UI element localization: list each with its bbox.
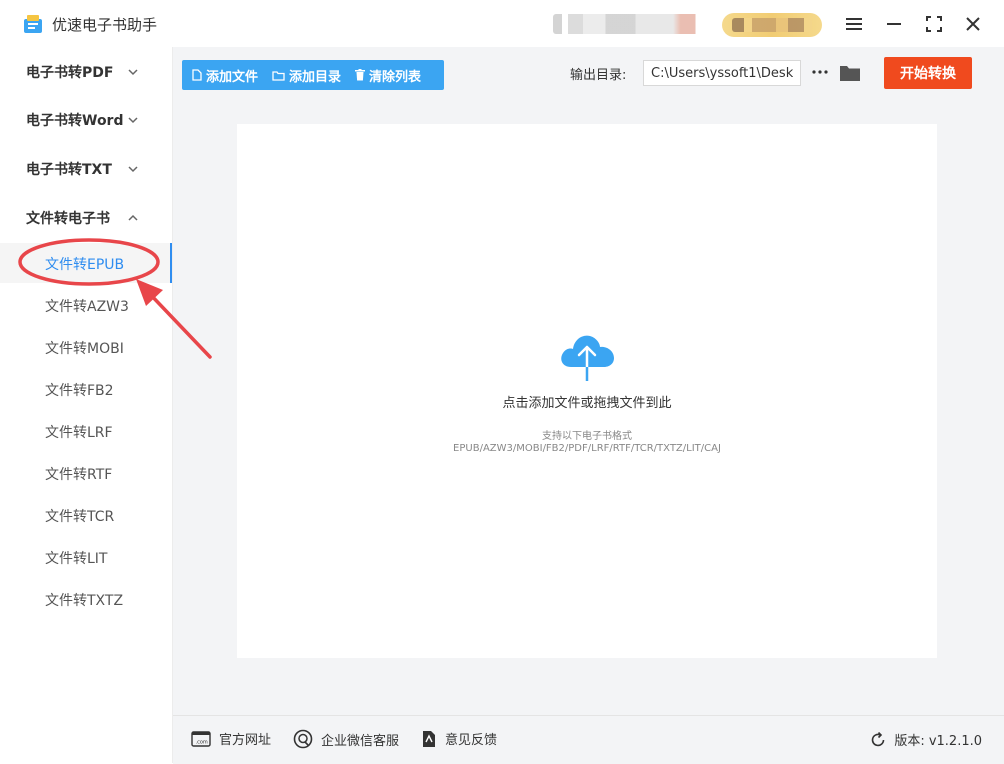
sidebar-item-label: 文件转TCR	[45, 509, 115, 525]
sidebar-group-ebook-to-pdf[interactable]: 电子书转PDF	[0, 52, 172, 92]
app-logo-icon	[24, 15, 42, 33]
close-icon[interactable]	[961, 12, 985, 36]
feedback-link[interactable]: 意见反馈	[421, 729, 497, 748]
trash-icon	[355, 69, 366, 81]
sidebar-item-label: 文件转LIT	[45, 551, 108, 567]
add-directory-button[interactable]: 添加目录	[262, 60, 345, 90]
sidebar-group-label: 电子书转PDF	[26, 65, 114, 81]
folder-outline-icon	[272, 70, 285, 81]
chevron-up-icon	[128, 214, 138, 221]
version-label: 版本: v1.2.1.0	[894, 734, 982, 749]
sidebar-item-lit[interactable]: 文件转LIT	[0, 537, 172, 577]
sidebar-item-azw3[interactable]: 文件转AZW3	[0, 285, 172, 325]
sidebar-item-epub[interactable]: 文件转EPUB	[0, 243, 172, 283]
blurred-account-info	[553, 14, 703, 34]
wechat-support-link[interactable]: 企业微信客服	[293, 729, 399, 749]
output-dir-label: 输出目录:	[570, 68, 627, 83]
svg-text:.com: .com	[196, 739, 208, 745]
sidebar: 电子书转PDF 电子书转Word 电子书转TXT 文件转电子书 文件转EPUB …	[0, 47, 173, 763]
output-dir-input[interactable]	[643, 60, 801, 86]
chevron-down-icon	[128, 117, 138, 124]
official-website-label: 官方网址	[219, 733, 272, 748]
sidebar-group-ebook-to-word[interactable]: 电子书转Word	[0, 100, 172, 140]
sidebar-item-label: 文件转RTF	[45, 467, 113, 483]
sidebar-item-label: 文件转MOBI	[45, 341, 124, 357]
clear-list-button[interactable]: 清除列表	[345, 60, 425, 90]
sidebar-group-label: 电子书转Word	[26, 113, 124, 129]
start-convert-button[interactable]: 开始转换	[884, 57, 972, 89]
sidebar-group-file-to-ebook[interactable]: 文件转电子书	[0, 198, 172, 238]
official-website-link[interactable]: .com 官方网址	[191, 729, 271, 748]
sidebar-item-label: 文件转TXTZ	[45, 593, 124, 609]
app-title: 优速电子书助手	[52, 16, 158, 34]
folder-icon[interactable]	[839, 63, 861, 83]
version-info[interactable]: 版本: v1.2.1.0	[870, 730, 982, 749]
main-panel: 添加文件 添加目录 清除列表 输出目录: 开始转换 点击添加文件或拖拽文件到此 …	[173, 47, 1004, 764]
supported-formats-list: EPUB/AZW3/MOBI/FB2/PDF/LRF/RTF/TCR/TXTZ/…	[453, 443, 721, 454]
chat-icon	[293, 729, 313, 749]
sidebar-item-label: 文件转LRF	[45, 425, 113, 441]
wechat-support-label: 企业微信客服	[321, 733, 400, 749]
sidebar-item-lrf[interactable]: 文件转LRF	[0, 411, 172, 451]
sidebar-item-label: 文件转AZW3	[45, 299, 129, 315]
sidebar-group-label: 文件转电子书	[26, 211, 110, 227]
sidebar-group-label: 电子书转TXT	[26, 162, 112, 178]
add-file-label: 添加文件	[206, 69, 259, 85]
chevron-down-icon	[128, 69, 138, 76]
title-bar: 优速电子书助手	[0, 0, 1004, 47]
refresh-icon	[872, 731, 885, 746]
clear-list-label: 清除列表	[369, 69, 422, 85]
maximize-icon[interactable]	[922, 12, 946, 36]
sidebar-item-mobi[interactable]: 文件转MOBI	[0, 327, 172, 367]
supported-formats-heading: 支持以下电子书格式	[542, 431, 632, 442]
sidebar-item-label: 文件转FB2	[45, 383, 114, 399]
sidebar-item-txtz[interactable]: 文件转TXTZ	[0, 579, 172, 619]
feedback-label: 意见反馈	[445, 733, 498, 748]
sidebar-item-label: 文件转EPUB	[45, 257, 125, 273]
add-file-button[interactable]: 添加文件	[182, 60, 262, 90]
sidebar-item-fb2[interactable]: 文件转FB2	[0, 369, 172, 409]
website-icon: .com	[191, 730, 211, 747]
drop-zone[interactable]: 点击添加文件或拖拽文件到此 支持以下电子书格式 EPUB/AZW3/MOBI/F…	[237, 124, 937, 658]
active-indicator	[170, 243, 172, 283]
vip-badge[interactable]	[722, 13, 822, 37]
footer: .com 官方网址 企业微信客服 意见反馈 版本: v1.2.1.0	[173, 715, 1004, 764]
menu-icon[interactable]	[842, 12, 866, 36]
sidebar-item-tcr[interactable]: 文件转TCR	[0, 495, 172, 535]
feedback-icon	[423, 730, 435, 747]
sidebar-group-ebook-to-txt[interactable]: 电子书转TXT	[0, 149, 172, 189]
file-icon	[192, 69, 202, 81]
sidebar-item-rtf[interactable]: 文件转RTF	[0, 453, 172, 493]
drop-zone-text: 点击添加文件或拖拽文件到此	[502, 396, 672, 411]
more-options-icon[interactable]	[811, 65, 829, 79]
chevron-down-icon	[128, 166, 138, 173]
add-directory-label: 添加目录	[289, 69, 342, 85]
minimize-icon[interactable]	[882, 12, 906, 36]
cloud-upload-icon	[561, 335, 614, 381]
file-toolbar: 添加文件 添加目录 清除列表	[182, 60, 444, 90]
